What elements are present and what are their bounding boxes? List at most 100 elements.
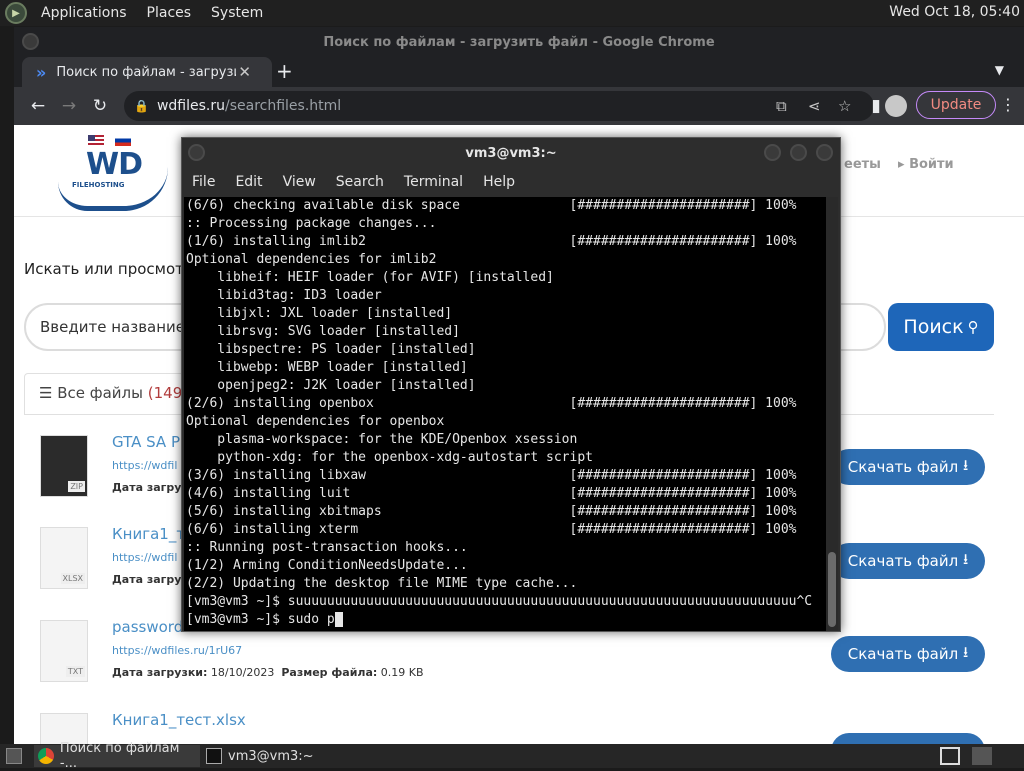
download-button[interactable]: Скачать файл ⭳ — [831, 449, 985, 485]
tab-close-icon[interactable]: ✕ — [238, 63, 251, 81]
download-label: Скачать файл — [847, 458, 959, 476]
url-path: /searchfiles.html — [224, 98, 342, 114]
menu-view[interactable]: View — [283, 174, 316, 190]
terminal-scrollbar[interactable] — [826, 197, 838, 631]
menu-edit[interactable]: Edit — [235, 174, 262, 190]
nav-login[interactable]: ▸ Войти — [898, 157, 954, 172]
close-icon[interactable] — [816, 144, 833, 161]
desktop-icon — [6, 748, 22, 764]
url-host: wdfiles.ru — [156, 98, 225, 114]
show-desktop-icon[interactable] — [2, 745, 28, 767]
text-cursor — [334, 612, 343, 627]
translate-icon[interactable]: ⧉ — [776, 97, 787, 115]
chrome-icon — [38, 748, 54, 764]
terminal-line: Optional dependencies for imlib2 — [186, 252, 437, 267]
file-ext: ZIP — [68, 481, 85, 492]
tab-strip: » Поиск по файлам - загрузить файл ✕ + ▼ — [14, 57, 1024, 87]
xlsx-file-icon[interactable]: XLSX — [40, 527, 88, 589]
workspace-switcher[interactable] — [936, 745, 966, 767]
chrome-toolbar: ← → ↻ 🔒 wdfiles.ru/searchfiles.html ⧉ ⋖ … — [14, 87, 1024, 125]
side-panel-icon[interactable]: ▮ — [866, 96, 886, 116]
file-url[interactable]: https://wdfil — [112, 551, 177, 564]
menu-help[interactable]: Help — [483, 174, 515, 190]
txt-file-icon[interactable]: TXT — [40, 620, 88, 682]
menu-file[interactable]: File — [192, 174, 215, 190]
taskbar-item-chrome[interactable]: Поиск по файлам -... — [34, 741, 200, 771]
terminal-line: [vm3@vm3 ~]$ suuuuuuuuuuuuuuuuuuuuuuuuuu… — [186, 594, 813, 609]
taskbar-item-terminal[interactable]: vm3@vm3:~ — [202, 745, 362, 767]
menu-applications[interactable]: Applications — [35, 5, 133, 21]
nav-tickets[interactable]: ееты — [844, 157, 881, 172]
flag-ru-icon[interactable] — [115, 135, 131, 146]
file-ext: XLSX — [60, 573, 85, 584]
tab-active[interactable]: » Поиск по файлам - загрузить файл ✕ — [22, 57, 272, 87]
menu-search[interactable]: Search — [336, 174, 384, 190]
forward-arrow-icon[interactable]: → — [59, 96, 79, 116]
terminal-line: libheif: HEIF loader (for AVIF) [install… — [186, 270, 554, 285]
files-count: (149 — [147, 384, 183, 402]
workspace-icon — [972, 747, 992, 765]
file-size-label: Размер файла: — [281, 666, 378, 679]
xlsx-file-icon[interactable] — [40, 713, 88, 744]
terminal-line: (6/6) checking available disk space [###… — [186, 198, 797, 213]
terminal-line: openjpeg2: J2K loader [installed] — [186, 378, 476, 393]
terminal-icon — [206, 748, 222, 764]
terminal-line: libwebp: WEBP loader [installed] — [186, 360, 468, 375]
lock-icon[interactable]: 🔒 — [134, 99, 149, 113]
minimize-icon[interactable] — [764, 144, 781, 161]
terminal-titlebar[interactable]: vm3@vm3:~ — [182, 138, 840, 168]
file-name-link[interactable]: Книга1_тест.xlsx — [112, 711, 246, 729]
reload-icon[interactable]: ↻ — [90, 96, 110, 116]
workspace-switcher-2[interactable] — [968, 745, 998, 767]
terminal-line: :: Running post-transaction hooks... — [186, 540, 468, 555]
terminal-line: libspectre: PS loader [installed] — [186, 342, 476, 357]
back-arrow-icon[interactable]: ← — [28, 96, 48, 116]
tab-all-files[interactable]: ☰ Все файлы (149 — [24, 373, 184, 415]
bookmark-star-icon[interactable]: ☆ — [838, 97, 851, 115]
menu-terminal[interactable]: Terminal — [404, 174, 463, 190]
file-date-label: Дата загрузки: — [112, 666, 208, 679]
download-button[interactable]: Скачать файл ⭳ — [831, 543, 985, 579]
download-icon: ⭳ — [963, 642, 969, 661]
menu-places[interactable]: Places — [141, 5, 198, 21]
download-button[interactable] — [831, 733, 985, 744]
search-button[interactable]: Поиск ⚲ — [888, 303, 994, 351]
file-url[interactable]: https://wdfil — [112, 459, 177, 472]
terminal-line: (4/6) installing luit [#################… — [186, 486, 797, 501]
top-panel: ▶ Applications Places System Wed Oct 18,… — [0, 0, 1024, 26]
chrome-window-title: Поиск по файлам - загрузить файл - Googl… — [323, 34, 715, 50]
zip-file-icon[interactable]: ZIP — [40, 435, 88, 497]
tab-search-chevron-icon[interactable]: ▼ — [995, 63, 1004, 77]
window-menu-icon[interactable] — [188, 144, 205, 161]
file-size: 0.19 KB — [380, 666, 424, 679]
terminal-line: (2/6) installing openbox [##############… — [186, 396, 797, 411]
chrome-menu-icon[interactable]: ⋮ — [1000, 95, 1016, 114]
clock[interactable]: Wed Oct 18, 05:40 — [889, 4, 1020, 20]
new-tab-button[interactable]: + — [276, 59, 293, 83]
distro-logo-icon[interactable]: ▶ — [5, 2, 27, 24]
maximize-icon[interactable] — [790, 144, 807, 161]
download-button[interactable]: Скачать файл ⭳ — [831, 636, 985, 672]
file-name-link[interactable]: GTA SA P — [112, 433, 180, 451]
terminal-menubar: File Edit View Search Terminal Help — [182, 168, 840, 196]
update-button[interactable]: Update — [916, 91, 996, 119]
terminal-line: (2/2) Updating the desktop file MIME typ… — [186, 576, 578, 591]
terminal-line: python-xdg: for the openbox-xdg-autostar… — [186, 450, 593, 465]
file-url[interactable]: https://wdfiles.ru/1rU67 — [112, 644, 242, 657]
menu-system[interactable]: System — [205, 5, 269, 21]
file-name-link[interactable]: password — [112, 618, 183, 636]
terminal-line: :: Processing package changes... — [186, 216, 437, 231]
share-icon[interactable]: ⋖ — [808, 97, 821, 115]
terminal-line: (6/6) installing xterm [################… — [186, 522, 797, 537]
terminal-line: librsvg: SVG loader [installed] — [186, 324, 460, 339]
flag-en-icon[interactable] — [88, 135, 104, 146]
chrome-titlebar[interactable]: Поиск по файлам - загрузить файл - Googl… — [14, 27, 1024, 57]
address-bar[interactable]: 🔒 wdfiles.ru/searchfiles.html ⧉ ⋖ ☆ — [124, 91, 874, 121]
scrollbar-thumb[interactable] — [828, 552, 836, 627]
profile-avatar-icon[interactable] — [885, 95, 907, 117]
terminal-output[interactable]: (6/6) checking available disk space [###… — [184, 197, 826, 631]
tab-title: Поиск по файлам - загрузить файл — [56, 64, 236, 80]
window-menu-icon[interactable] — [22, 33, 39, 50]
site-logo[interactable]: WD FILEHOSTING — [58, 147, 168, 215]
list-item: Книга1_тест.xlsx — [40, 711, 990, 744]
